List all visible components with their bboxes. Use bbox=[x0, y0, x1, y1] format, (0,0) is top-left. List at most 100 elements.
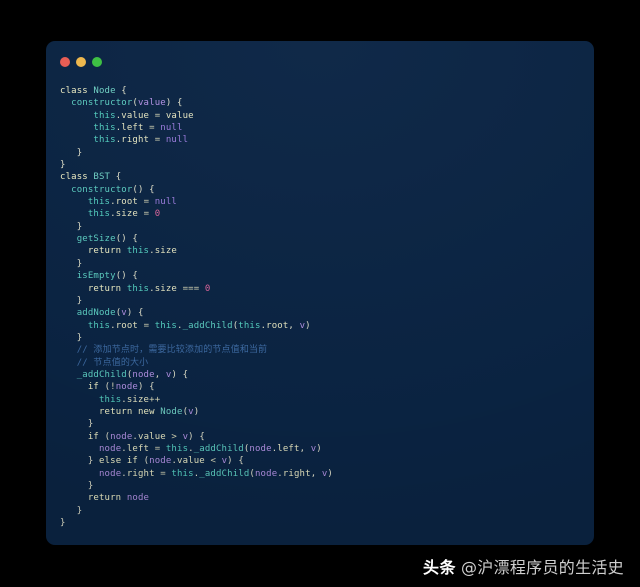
code-token: { bbox=[199, 431, 205, 442]
code-token: ) bbox=[193, 406, 200, 417]
code-token: right bbox=[121, 135, 150, 146]
window-titlebar[interactable] bbox=[46, 41, 594, 74]
code-token: } bbox=[60, 332, 83, 343]
code-token: size bbox=[115, 209, 138, 220]
code-token: node bbox=[126, 493, 150, 504]
code-token: else bbox=[99, 456, 122, 467]
code-editor-window: class Node { constructor(value) { this.v… bbox=[46, 41, 594, 545]
code-token: node bbox=[132, 369, 155, 380]
code-token: } bbox=[60, 505, 83, 516]
code-token: ) bbox=[316, 443, 322, 454]
code-token: { bbox=[149, 382, 155, 393]
code-token: return bbox=[98, 406, 133, 417]
code-token: node bbox=[98, 443, 122, 454]
code-token: isEmpty bbox=[76, 271, 116, 282]
code-line: } bbox=[60, 418, 594, 430]
code-token: Node bbox=[160, 406, 183, 417]
code-token: === bbox=[182, 283, 200, 294]
code-line: } bbox=[60, 332, 594, 344]
watermark-handle: @沪漂程序员的生活史 bbox=[460, 558, 624, 577]
code-token: 0 bbox=[204, 283, 211, 294]
code-token: value bbox=[137, 98, 166, 109]
code-token: { bbox=[176, 98, 183, 109]
close-window-button[interactable] bbox=[60, 57, 70, 67]
code-token: null bbox=[154, 197, 177, 208]
maximize-window-button[interactable] bbox=[92, 57, 102, 67]
minimize-window-button[interactable] bbox=[76, 57, 86, 67]
code-token: node bbox=[115, 382, 138, 393]
code-line: constructor(value) { bbox=[60, 97, 594, 109]
code-token: } bbox=[60, 518, 66, 529]
code-token: node bbox=[249, 443, 272, 454]
code-token: return bbox=[87, 246, 122, 257]
code-line: if (node.value > v) { bbox=[60, 431, 594, 443]
watermark: 头条 @沪漂程序员的生活史 bbox=[423, 554, 624, 578]
code-line: this.root = this._addChild(this.root, v) bbox=[60, 320, 594, 332]
code-token: size bbox=[154, 246, 177, 257]
code-line: } bbox=[60, 505, 594, 517]
code-token: left bbox=[126, 443, 150, 454]
code-line: class BST { bbox=[60, 171, 594, 183]
code-token: if bbox=[126, 456, 138, 467]
code-token: 0 bbox=[154, 209, 161, 220]
code-token: this bbox=[154, 320, 177, 331]
code-token: constructor bbox=[71, 98, 133, 109]
code-token: { bbox=[238, 456, 244, 467]
code-token: ++ bbox=[149, 394, 161, 405]
code-line: class Node { bbox=[60, 85, 594, 97]
code-token: right bbox=[282, 468, 311, 479]
code-line: } bbox=[60, 258, 594, 270]
code-token: node bbox=[98, 468, 122, 479]
code-token: this bbox=[93, 135, 116, 146]
code-token: } bbox=[60, 147, 83, 158]
code-token: { bbox=[132, 271, 138, 282]
code-token: new bbox=[137, 406, 155, 417]
code-line: node.right = this._addChild(node.right, … bbox=[60, 468, 594, 480]
code-token: root bbox=[115, 320, 138, 331]
code-token: this bbox=[93, 110, 116, 121]
code-token: this bbox=[87, 209, 111, 220]
code-token: { bbox=[132, 234, 138, 245]
code-token: } bbox=[60, 481, 94, 491]
code-token: _addChild bbox=[199, 468, 250, 479]
code-token: class bbox=[60, 172, 88, 183]
code-line: // 添加节点时，需要比较添加的节点值和当前 bbox=[60, 344, 594, 356]
code-line: isEmpty() { bbox=[60, 270, 594, 282]
code-token: // 添加节点时，需要比较添加的节点值和当前 bbox=[76, 345, 268, 356]
code-token: left bbox=[277, 443, 300, 454]
code-token: value bbox=[177, 456, 205, 467]
code-token: _addChild bbox=[76, 369, 127, 380]
code-line: } bbox=[60, 295, 594, 307]
code-token: value bbox=[138, 431, 166, 442]
code-line: this.left = null bbox=[60, 122, 594, 134]
code-token: return bbox=[87, 283, 122, 294]
code-token: node bbox=[254, 468, 278, 479]
code-token: () bbox=[115, 234, 127, 245]
code-token: { bbox=[115, 172, 122, 183]
code-line: } bbox=[60, 221, 594, 233]
code-line: } bbox=[60, 147, 594, 159]
code-token: size bbox=[154, 283, 177, 294]
code-token: left bbox=[121, 123, 144, 134]
watermark-brand: 头条 bbox=[422, 558, 456, 577]
code-content[interactable]: class Node { constructor(value) { this.v… bbox=[46, 85, 594, 529]
code-line: this.root = null bbox=[60, 196, 594, 208]
code-token: // 节点值的大小 bbox=[76, 357, 149, 368]
